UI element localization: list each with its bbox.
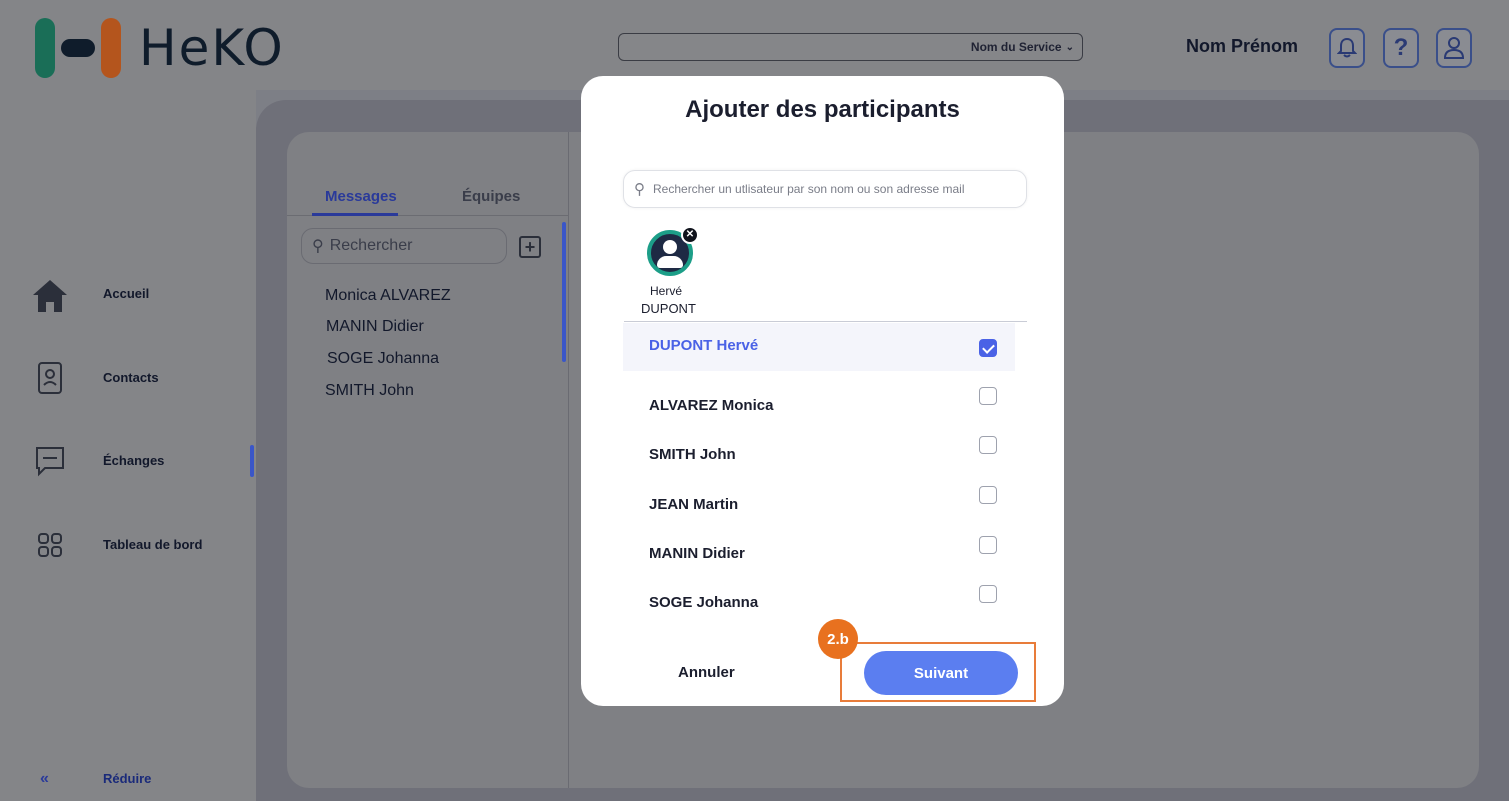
user-name: JEAN Martin: [649, 496, 739, 513]
dashboard-icon: [30, 525, 70, 565]
chat-icon: [30, 441, 70, 481]
user-row[interactable]: DUPONT Hervé: [623, 323, 1015, 371]
logo-wordmark: HeKO: [139, 19, 285, 77]
sidebar-item-label: Tableau de bord: [103, 537, 203, 552]
profile-button[interactable]: [1436, 28, 1472, 68]
sidebar-item-accueil[interactable]: Accueil: [30, 276, 149, 316]
remove-participant-button[interactable]: ✕: [681, 226, 699, 244]
user-search-input[interactable]: ⚲ Rechercher un utlisateur par son nom o…: [623, 170, 1027, 208]
user-row[interactable]: MANIN Didier: [623, 529, 1015, 577]
home-icon: [30, 276, 70, 316]
sidebar-item-echanges[interactable]: Échanges: [30, 441, 164, 481]
user-name: ALVAREZ Monica: [649, 397, 774, 414]
help-button[interactable]: ?: [1383, 28, 1419, 68]
list-item[interactable]: Monica ALVAREZ: [325, 287, 451, 305]
add-conversation-button[interactable]: +: [519, 236, 541, 258]
user-icon: [1443, 37, 1465, 59]
tab-equipes[interactable]: Équipes: [462, 188, 520, 205]
conversation-tabs: Messages Équipes: [287, 184, 569, 216]
avatar-body: [657, 256, 683, 268]
user-name[interactable]: Nom Prénom: [1186, 36, 1298, 57]
active-tab-indicator: [312, 213, 398, 216]
sidebar-item-tableau-de-bord[interactable]: Tableau de bord: [30, 525, 202, 565]
user-name: MANIN Didier: [649, 545, 745, 562]
chevron-down-icon: ⌄: [1065, 41, 1074, 53]
user-name: SMITH John: [649, 446, 736, 463]
contacts-icon: [30, 358, 70, 398]
list-divider: [624, 321, 1027, 322]
service-select[interactable]: Nom du Service ⌄: [618, 33, 1083, 61]
user-row[interactable]: SMITH John: [623, 430, 1015, 478]
double-chevron-left-icon: «: [40, 770, 49, 787]
logo-mark-green: [35, 18, 55, 78]
sidebar-active-indicator: [250, 445, 254, 477]
user-row[interactable]: JEAN Martin: [623, 479, 1015, 527]
logo-mark-orange: [101, 18, 121, 78]
search-placeholder: Rechercher: [329, 237, 413, 254]
heko-logo[interactable]: HeKO: [35, 18, 285, 78]
panel-divider: [568, 132, 569, 788]
user-checkbox[interactable]: [979, 536, 997, 554]
list-item[interactable]: MANIN Didier: [326, 318, 424, 336]
conversation-search-input[interactable]: ⚲ Rechercher: [301, 228, 507, 264]
user-row[interactable]: SOGE Johanna: [623, 578, 1015, 626]
service-select-value: Nom du Service: [970, 40, 1062, 54]
search-icon: ⚲: [312, 238, 324, 255]
bell-icon: [1337, 37, 1357, 58]
conversation-scrollbar[interactable]: [562, 222, 566, 362]
user-checkbox[interactable]: [979, 486, 997, 504]
sidebar-item-label: Contacts: [103, 370, 159, 385]
user-row[interactable]: ALVAREZ Monica: [623, 381, 1015, 429]
user-checkbox[interactable]: [979, 585, 997, 603]
add-participants-modal: Ajouter des participants ⚲ Rechercher un…: [581, 76, 1064, 706]
sidebar-item-label: Accueil: [103, 286, 150, 301]
logo-mark-pill: [61, 39, 95, 57]
next-button[interactable]: Suivant: [864, 651, 1018, 695]
notifications-button[interactable]: [1329, 28, 1365, 68]
user-search-placeholder: Rechercher un utlisateur par son nom ou …: [653, 182, 965, 196]
user-checkbox[interactable]: [979, 339, 997, 357]
list-item[interactable]: SMITH John: [325, 382, 414, 400]
avatar-head: [663, 240, 677, 254]
help-icon: ?: [1393, 34, 1409, 61]
user-name: SOGE Johanna: [649, 594, 759, 611]
cancel-button[interactable]: Annuler: [678, 664, 735, 681]
sidebar-collapse-button[interactable]: « Réduire: [40, 770, 151, 788]
user-checkbox[interactable]: [979, 436, 997, 454]
sidebar-item-label: Échanges: [103, 453, 165, 468]
sidebar-collapse-label: Réduire: [103, 771, 152, 786]
close-icon: ✕: [685, 229, 695, 240]
tab-messages[interactable]: Messages: [325, 188, 397, 205]
list-item[interactable]: SOGE Johanna: [327, 350, 439, 368]
sidebar-item-contacts[interactable]: Contacts: [30, 358, 159, 398]
step-badge: 2.b: [818, 619, 858, 659]
user-checkbox[interactable]: [979, 387, 997, 405]
search-icon: ⚲: [634, 181, 645, 198]
chip-first-name: Hervé: [650, 284, 683, 298]
modal-title: Ajouter des participants: [685, 96, 960, 123]
plus-icon: +: [524, 237, 536, 257]
user-name: DUPONT Hervé: [649, 337, 759, 354]
chip-last-name: DUPONT: [641, 301, 696, 316]
